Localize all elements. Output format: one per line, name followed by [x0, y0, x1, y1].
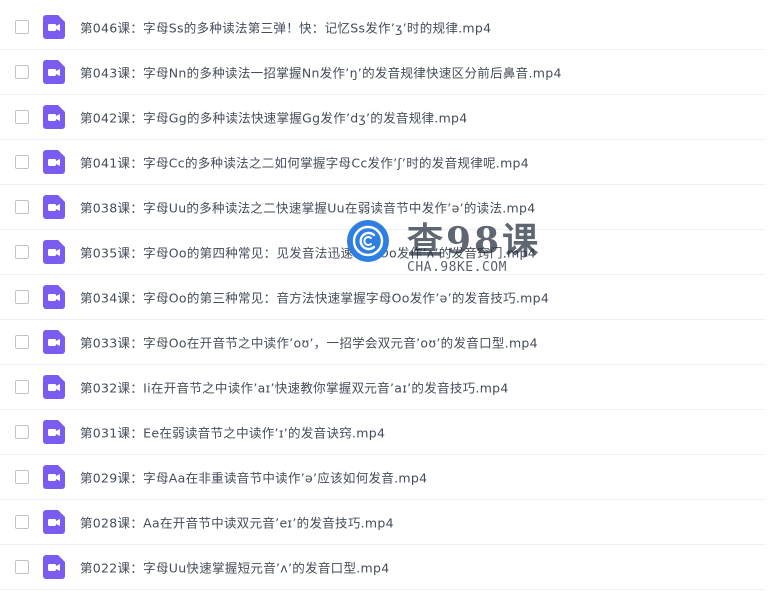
select-checkbox[interactable] — [15, 515, 29, 529]
file-name[interactable]: 第046课：字母Ss的多种读法第三弹！快：记忆Ss发作’ʒ’时的规律.mp4 — [80, 18, 491, 37]
file-row[interactable]: 第038课：字母Uu的多种读法之二快速掌握Uu在弱读音节中发作’ə’的读法.mp… — [0, 185, 765, 230]
select-checkbox[interactable] — [15, 20, 29, 34]
select-checkbox[interactable] — [15, 290, 29, 304]
video-file-icon — [43, 465, 65, 489]
file-row[interactable]: 第028课：Aa在开音节中读双元音’eɪ’的发音技巧.mp4 — [0, 500, 765, 545]
video-file-icon — [43, 105, 65, 129]
file-list: 第046课：字母Ss的多种读法第三弹！快：记忆Ss发作’ʒ’时的规律.mp4 第0… — [0, 0, 773, 598]
file-name[interactable]: 第032课：Ii在开音节之中读作’aɪ’快速教你掌握双元音’aɪ’的发音技巧.m… — [80, 378, 509, 397]
video-file-icon — [43, 555, 65, 579]
video-file-icon — [43, 375, 65, 399]
file-row[interactable]: 第041课：字母Cc的多种读法之二如何掌握字母Cc发作’ʃ’时的发音规律呢.mp… — [0, 140, 765, 185]
file-name[interactable]: 第028课：Aa在开音节中读双元音’eɪ’的发音技巧.mp4 — [80, 513, 394, 532]
file-name[interactable]: 第043课：字母Nn的多种读法一招掌握Nn发作’ŋ’的发音规律快速区分前后鼻音.… — [80, 63, 562, 82]
file-row[interactable]: 第032课：Ii在开音节之中读作’aɪ’快速教你掌握双元音’aɪ’的发音技巧.m… — [0, 365, 765, 410]
video-file-icon — [43, 195, 65, 219]
select-checkbox[interactable] — [15, 245, 29, 259]
file-name[interactable]: 第029课：字母Aa在非重读音节中读作’ə’应该如何发音.mp4 — [80, 468, 427, 487]
select-checkbox[interactable] — [15, 155, 29, 169]
file-row[interactable]: 第033课：字母Oo在开音节之中读作’oʊ’，一招学会双元音’oʊ’的发音口型.… — [0, 320, 765, 365]
file-row[interactable]: 第043课：字母Nn的多种读法一招掌握Nn发作’ŋ’的发音规律快速区分前后鼻音.… — [0, 50, 765, 95]
video-file-icon — [43, 330, 65, 354]
file-name[interactable]: 第042课：字母Gg的多种读法快速掌握Gg发作’dʒ’的发音规律.mp4 — [80, 108, 468, 127]
scroll-edge — [765, 0, 773, 598]
select-checkbox[interactable] — [15, 200, 29, 214]
select-checkbox[interactable] — [15, 470, 29, 484]
select-checkbox[interactable] — [15, 425, 29, 439]
video-file-icon — [43, 285, 65, 309]
select-checkbox[interactable] — [15, 65, 29, 79]
file-row[interactable]: 第029课：字母Aa在非重读音节中读作’ə’应该如何发音.mp4 — [0, 455, 765, 500]
file-name[interactable]: 第041课：字母Cc的多种读法之二如何掌握字母Cc发作’ʃ’时的发音规律呢.mp… — [80, 153, 529, 172]
video-file-icon — [43, 510, 65, 534]
video-file-icon — [43, 150, 65, 174]
file-row[interactable]: 第035课：字母Oo的第四种常见：见发音法迅速掌握Oo发作’ʌ’的发音窍门.mp… — [0, 230, 765, 275]
select-checkbox[interactable] — [15, 335, 29, 349]
video-file-icon — [43, 240, 65, 264]
file-name[interactable]: 第022课：字母Uu快速掌握短元音’ʌ’的发音口型.mp4 — [80, 558, 390, 577]
file-name[interactable]: 第035课：字母Oo的第四种常见：见发音法迅速掌握Oo发作’ʌ’的发音窍门.mp… — [80, 243, 536, 262]
file-row[interactable]: 第031课：Ee在弱读音节之中读作’ɪ’的发音诀窍.mp4 — [0, 410, 765, 455]
select-checkbox[interactable] — [15, 380, 29, 394]
video-file-icon — [43, 420, 65, 444]
video-file-icon — [43, 15, 65, 39]
file-name[interactable]: 第034课：字母Oo的第三种常见：音方法快速掌握字母Oo发作’ə’的发音技巧.m… — [80, 288, 549, 307]
select-checkbox[interactable] — [15, 560, 29, 574]
file-row[interactable]: 第022课：字母Uu快速掌握短元音’ʌ’的发音口型.mp4 — [0, 545, 765, 590]
select-checkbox[interactable] — [15, 110, 29, 124]
file-name[interactable]: 第031课：Ee在弱读音节之中读作’ɪ’的发音诀窍.mp4 — [80, 423, 385, 442]
file-name[interactable]: 第033课：字母Oo在开音节之中读作’oʊ’，一招学会双元音’oʊ’的发音口型.… — [80, 333, 538, 352]
file-row[interactable]: 第034课：字母Oo的第三种常见：音方法快速掌握字母Oo发作’ə’的发音技巧.m… — [0, 275, 765, 320]
file-name[interactable]: 第038课：字母Uu的多种读法之二快速掌握Uu在弱读音节中发作’ə’的读法.mp… — [80, 198, 535, 217]
file-row[interactable]: 第046课：字母Ss的多种读法第三弹！快：记忆Ss发作’ʒ’时的规律.mp4 — [0, 5, 765, 50]
video-file-icon — [43, 60, 65, 84]
file-row[interactable]: 第042课：字母Gg的多种读法快速掌握Gg发作’dʒ’的发音规律.mp4 — [0, 95, 765, 140]
